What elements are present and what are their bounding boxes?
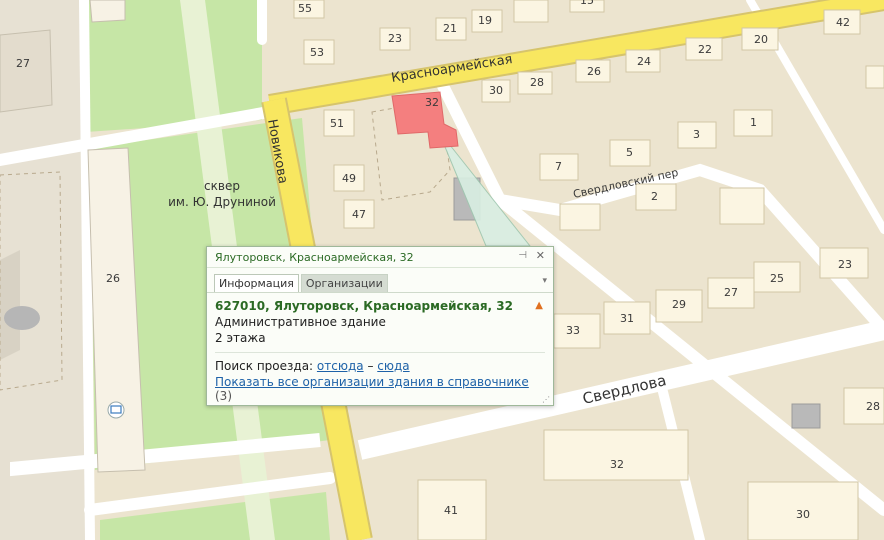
house-number: 27 [724,286,738,299]
house-number: 47 [352,208,366,221]
house-number: 1 [750,116,757,129]
popup-tabs: Информация Организации [214,272,390,293]
house-number: 3 [693,128,700,141]
house-number: 53 [310,46,324,59]
house-number: 19 [478,14,492,27]
route-to-link[interactable]: сюда [377,359,409,373]
house-number: 15 [580,0,594,7]
house-number: 28 [530,76,544,89]
house-number: 24 [637,55,651,68]
building-floors: 2 этажа [215,331,266,345]
resize-grip-icon[interactable]: ⋰ [542,395,550,404]
house-number: 29 [672,298,686,311]
popup-title: Ялуторовск, Красноармейская, 32 [215,251,414,264]
house-number: 21 [443,22,457,35]
map-view[interactable]: Красноармейская Новикова Свердлова Сверд… [0,0,884,540]
pin-icon[interactable]: ⊣ [518,250,527,261]
house-number: 33 [566,324,580,337]
info-popup: Ялуторовск, Красноармейская, 32 ⊣ ✕ Инфо… [206,246,554,406]
house-number-selected: 32 [425,96,439,109]
house-number: 55 [298,2,312,15]
orgs-row: Показать все организации здания в справо… [215,375,545,403]
house-number: 49 [342,172,356,185]
route-search-row: Поиск проезда: отсюда – сюда [215,359,545,373]
house-number: 27 [16,57,30,70]
house-number: 23 [838,258,852,271]
house-number: 30 [489,84,503,97]
house-number: 31 [620,312,634,325]
house-number: 23 [388,32,402,45]
house-number: 41 [444,504,458,517]
house-number: 7 [555,160,562,173]
tabs-menu-icon[interactable]: ▾ [542,276,547,286]
house-number: 22 [698,43,712,56]
house-number: 30 [796,508,810,521]
full-address: 627010, Ялуторовск, Красноармейская, 32 [215,299,513,313]
house-number: 32 [610,458,624,471]
popup-body: 627010, Ялуторовск, Красноармейская, 32 … [215,299,545,403]
house-number: 28 [866,400,880,413]
route-dash: – [367,359,374,373]
route-search-label: Поиск проезда: [215,359,314,373]
house-number: 5 [626,146,633,159]
show-organizations-link[interactable]: Показать все организации здания в справо… [215,375,529,389]
organizations-count: (3) [215,389,232,403]
building-type: Административное здание [215,315,386,329]
house-number: 26 [587,65,601,78]
park-label-line1: сквер [204,179,240,193]
tabs-divider [207,292,553,293]
warning-icon[interactable]: ▲ [535,300,543,311]
popup-header: Ялуторовск, Красноармейская, 32 ⊣ ✕ [207,247,553,268]
popup-separator [215,352,545,353]
tab-information[interactable]: Информация [214,274,299,293]
route-from-link[interactable]: отсюда [317,359,364,373]
gray-building-east [791,403,821,429]
house-number: 26 [106,272,120,285]
park-label-line2: им. Ю. Друниной [168,195,276,209]
house-number: 51 [330,117,344,130]
house-number: 2 [651,190,658,203]
close-icon[interactable]: ✕ [536,249,545,262]
house-number: 42 [836,16,850,29]
house-number: 20 [754,33,768,46]
tab-organizations[interactable]: Организации [300,274,388,293]
house-number: 25 [770,272,784,285]
